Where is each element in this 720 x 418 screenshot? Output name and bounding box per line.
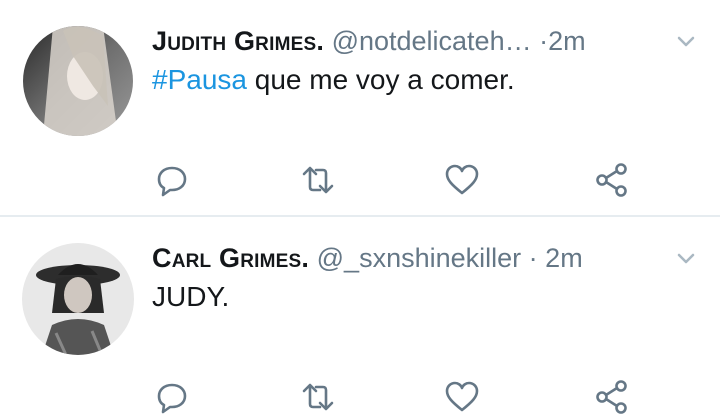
tweet-text: #Pausa que me voy a comer. (152, 60, 680, 100)
tweet-text: JUDY. (152, 277, 680, 317)
retweet-icon (302, 383, 334, 411)
like-icon (445, 381, 479, 412)
timestamp[interactable]: 2m (548, 26, 586, 56)
like-button[interactable] (442, 160, 482, 200)
share-icon (596, 380, 627, 414)
action-bar (152, 377, 642, 417)
share-button[interactable] (592, 377, 632, 417)
share-button[interactable] (592, 160, 632, 200)
reply-icon (157, 383, 187, 414)
reply-icon (157, 166, 187, 197)
share-icon (596, 163, 627, 197)
tweet-header: Carl Grimes. @_sxnshinekiller · 2m (152, 240, 660, 276)
tweet-text-content: que me voy a comer. (246, 64, 515, 95)
tweet-header: Judith Grimes. @notdelicateh… ·2m (152, 23, 660, 59)
hashtag-link[interactable]: #Pausa (152, 64, 247, 95)
avatar[interactable] (22, 243, 134, 355)
display-name[interactable]: Judith Grimes. (152, 26, 324, 56)
action-bar (152, 160, 642, 200)
like-icon (445, 164, 479, 195)
tweet[interactable]: Carl Grimes. @_sxnshinekiller · 2m JUDY. (0, 217, 720, 418)
retweet-icon (302, 166, 334, 194)
caret-down-icon[interactable] (674, 247, 698, 271)
caret-down-icon[interactable] (674, 30, 698, 54)
user-handle[interactable]: @notdelicateh… (332, 26, 532, 56)
separator-dot: · (539, 26, 549, 56)
tweet-text-content: JUDY. (152, 281, 230, 312)
display-name[interactable]: Carl Grimes. (152, 243, 309, 273)
user-handle[interactable]: @_sxnshinekiller (317, 243, 522, 273)
avatar[interactable] (23, 26, 133, 136)
timestamp[interactable]: 2m (545, 243, 583, 273)
retweet-button[interactable] (298, 377, 338, 417)
retweet-button[interactable] (298, 160, 338, 200)
reply-button[interactable] (152, 377, 192, 417)
reply-button[interactable] (152, 160, 192, 200)
separator-dot: · (528, 243, 538, 273)
tweet[interactable]: Judith Grimes. @notdelicateh… ·2m #Pausa… (0, 0, 720, 217)
like-button[interactable] (442, 377, 482, 417)
